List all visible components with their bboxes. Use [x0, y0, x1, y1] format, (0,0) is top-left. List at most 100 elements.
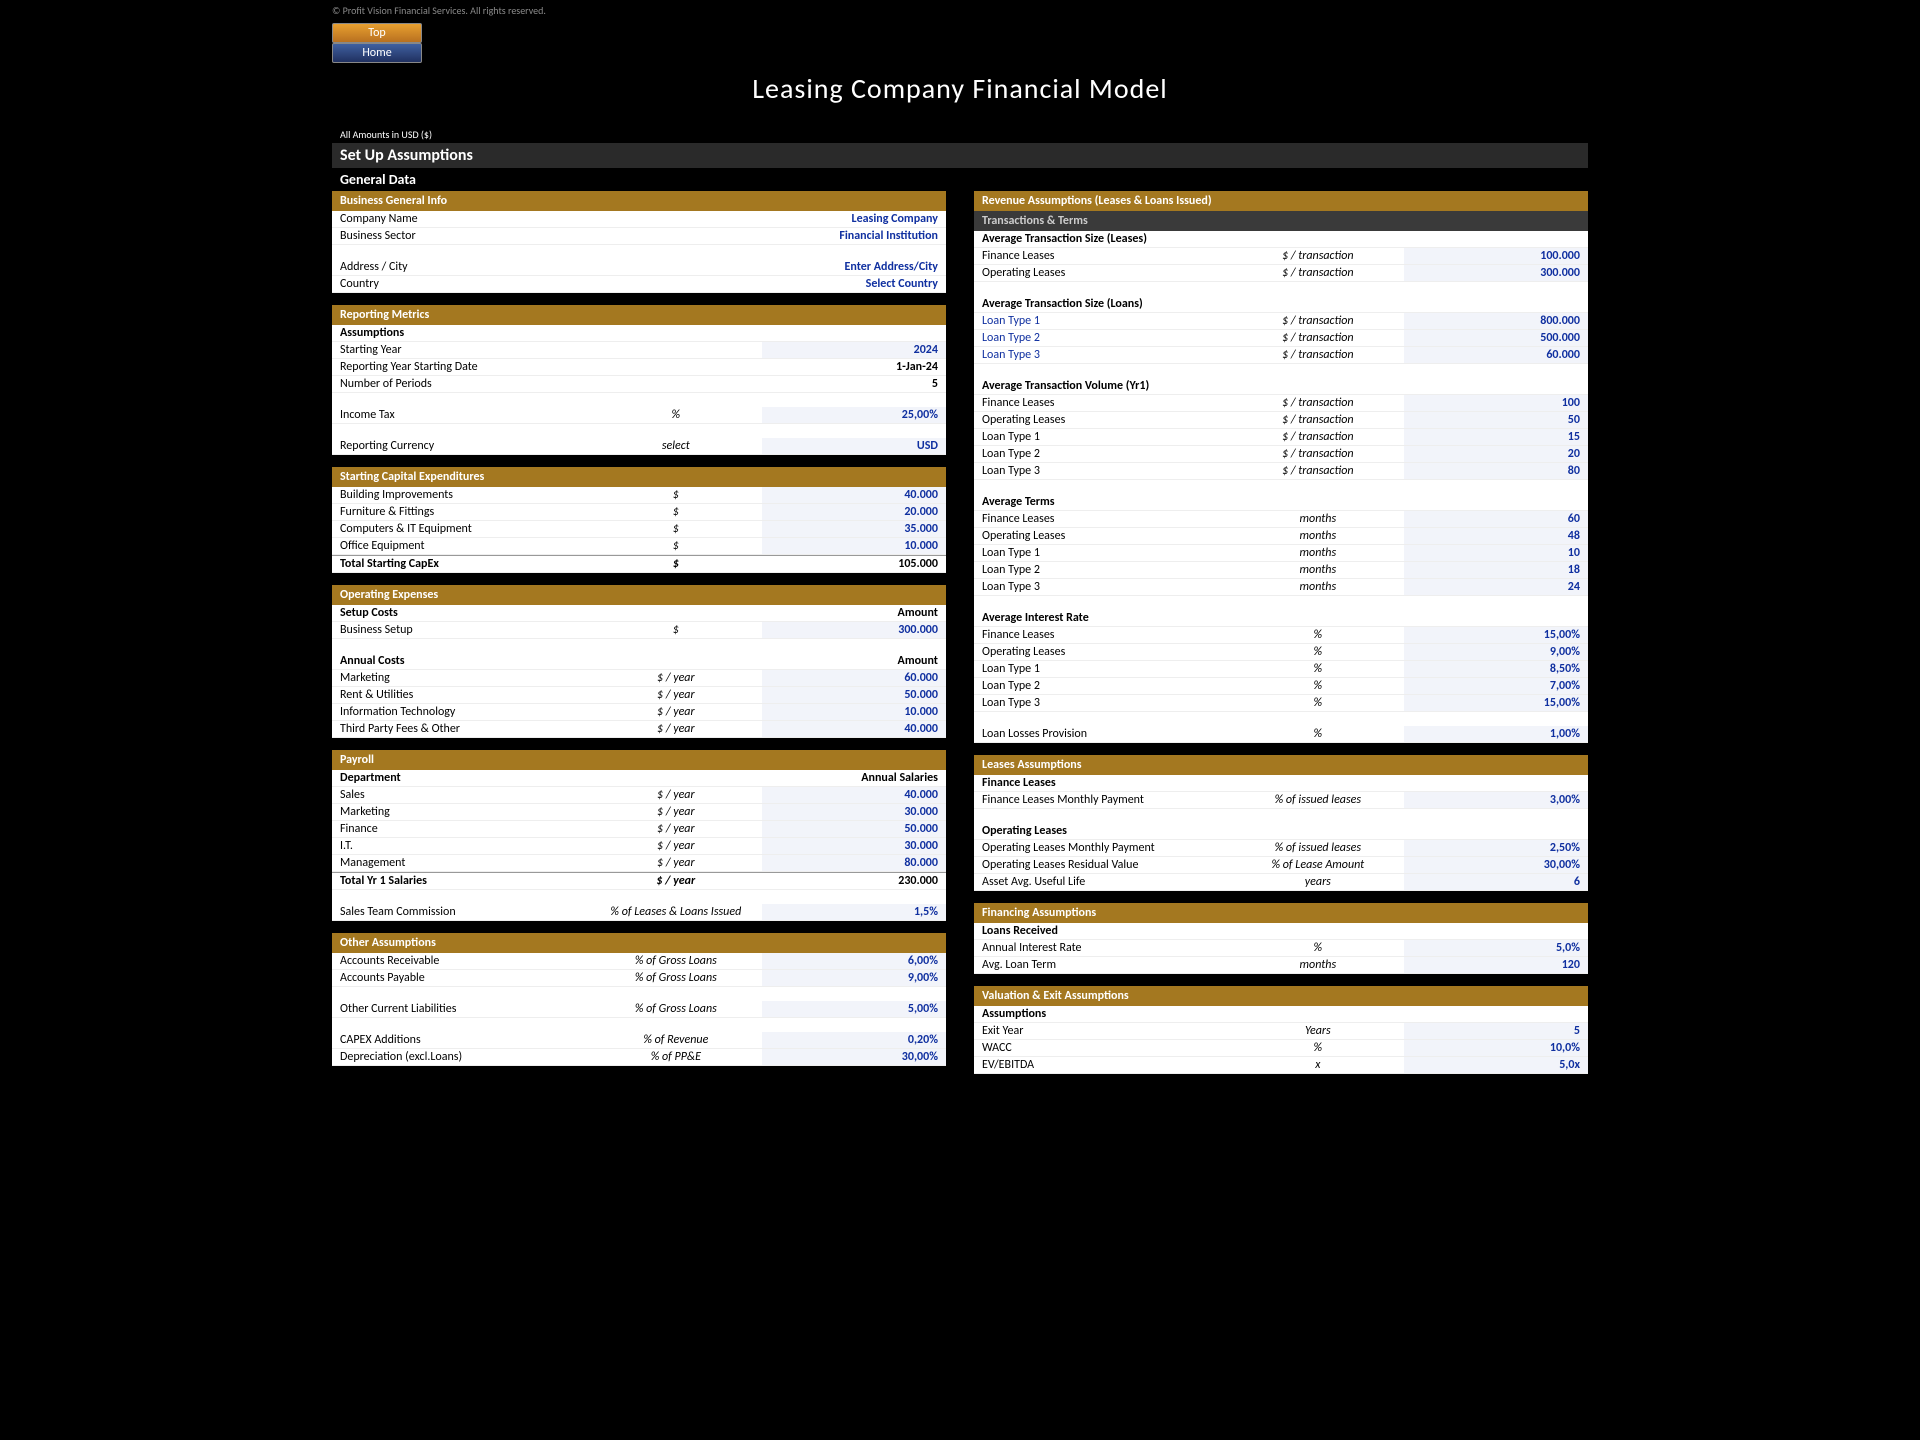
- ru-input[interactable]: 50.000: [762, 687, 946, 703]
- home-button[interactable]: Home: [332, 43, 422, 63]
- revenue-assumptions: Revenue Assumptions (Leases & Loans Issu…: [974, 191, 1588, 743]
- atv-header: Average Transaction Volume (Yr1): [974, 378, 1232, 394]
- setup-header: Set Up Assumptions: [332, 143, 1588, 168]
- top-button[interactable]: Top: [332, 23, 422, 43]
- lt3-label[interactable]: Loan Type 3: [974, 347, 1232, 363]
- other-assumptions: Other Assumptions Accounts Receivable% o…: [332, 933, 946, 1066]
- sce-r4-label: Office Equipment: [332, 538, 590, 554]
- starting-capex: Starting Capital Expenditures Building I…: [332, 467, 946, 573]
- mk-label: Marketing: [332, 670, 590, 686]
- ca-input[interactable]: 0,20%: [762, 1032, 946, 1048]
- at-l1-input[interactable]: 10: [1404, 545, 1588, 561]
- ol-subheader: Operating Leases: [974, 823, 1232, 839]
- sce-r1-label: Building Improvements: [332, 487, 590, 503]
- sal-label: Annual Salaries: [762, 770, 946, 786]
- lt2-size-input[interactable]: 500.000: [1404, 330, 1588, 346]
- sector-label: Business Sector: [332, 228, 590, 244]
- atv-l1-input[interactable]: 15: [1404, 429, 1588, 445]
- ev-ebitda-input[interactable]: 5,0x: [1404, 1057, 1588, 1073]
- pr-mg-label: Management: [332, 855, 590, 871]
- pr-it-input[interactable]: 30.000: [762, 838, 946, 854]
- fa-alt-input[interactable]: 120: [1404, 957, 1588, 973]
- la-header: Leases Assumptions: [974, 755, 1588, 775]
- ve-assump-label: Assumptions: [974, 1006, 1232, 1022]
- atv-ol-input[interactable]: 50: [1404, 412, 1588, 428]
- olrv-input[interactable]: 30,00%: [1404, 857, 1588, 873]
- air-l3-input[interactable]: 15,00%: [1404, 695, 1588, 711]
- currency-unit: select: [590, 438, 762, 454]
- starting-year-label: Starting Year: [332, 342, 590, 358]
- general-data-header: General Data: [332, 168, 1588, 191]
- pr-ma-input[interactable]: 30.000: [762, 804, 946, 820]
- ol-label: Operating Leases: [974, 265, 1232, 281]
- stc-input[interactable]: 1,5%: [762, 904, 946, 920]
- starting-year-input[interactable]: 2024: [762, 342, 946, 358]
- air-header: Average Interest Rate: [974, 610, 1232, 626]
- air-fl-input[interactable]: 15,00%: [1404, 627, 1588, 643]
- sce-total-label: Total Starting CapEx: [332, 556, 590, 572]
- pr-header: Payroll: [332, 750, 946, 770]
- de-label: Depreciation (excl.Loans): [332, 1049, 590, 1065]
- atv-l3-input[interactable]: 80: [1404, 463, 1588, 479]
- olmp-input[interactable]: 2,50%: [1404, 840, 1588, 856]
- mk-input[interactable]: 60.000: [762, 670, 946, 686]
- tax-unit: %: [590, 407, 762, 423]
- amount-label: Amount: [762, 605, 946, 621]
- at-l3-input[interactable]: 24: [1404, 579, 1588, 595]
- at-fl-input[interactable]: 60: [1404, 511, 1588, 527]
- fa-air-input[interactable]: 5,0%: [1404, 940, 1588, 956]
- currency-input[interactable]: USD: [762, 438, 946, 454]
- lt2-label[interactable]: Loan Type 2: [974, 330, 1232, 346]
- rysd-value: 1-Jan-24: [762, 359, 946, 375]
- address-input[interactable]: Enter Address/City: [762, 259, 946, 275]
- bs-label: Business Setup: [332, 622, 590, 638]
- flmp-input[interactable]: 3,00%: [1404, 792, 1588, 808]
- air-l1-input[interactable]: 8,50%: [1404, 661, 1588, 677]
- sce-r2-input[interactable]: 20.000: [762, 504, 946, 520]
- tax-label: Income Tax: [332, 407, 590, 423]
- sce-r3-input[interactable]: 35.000: [762, 521, 946, 537]
- oe-header: Operating Expenses: [332, 585, 946, 605]
- exit-year-input[interactable]: 5: [1404, 1023, 1588, 1039]
- llp-input[interactable]: 1,00%: [1404, 726, 1588, 742]
- lt1-size-input[interactable]: 800.000: [1404, 313, 1588, 329]
- lt3-size-input[interactable]: 60.000: [1404, 347, 1588, 363]
- bgi-header: Business General Info: [332, 191, 946, 211]
- at-header: Average Terms: [974, 494, 1232, 510]
- ocl-label: Other Current Liabilities: [332, 1001, 590, 1017]
- ar-input[interactable]: 6,00%: [762, 953, 946, 969]
- ap-input[interactable]: 9,00%: [762, 970, 946, 986]
- sce-r1-input[interactable]: 40.000: [762, 487, 946, 503]
- tp-input[interactable]: 40.000: [762, 721, 946, 737]
- address-label: Address / City: [332, 259, 590, 275]
- lt1-label[interactable]: Loan Type 1: [974, 313, 1232, 329]
- country-input[interactable]: Select Country: [762, 276, 946, 292]
- olrv-label: Operating Leases Residual Value: [974, 857, 1232, 873]
- olmp-label: Operating Leases Monthly Payment: [974, 840, 1232, 856]
- wacc-input[interactable]: 10,0%: [1404, 1040, 1588, 1056]
- sce-r4-input[interactable]: 10.000: [762, 538, 946, 554]
- de-input[interactable]: 30,00%: [762, 1049, 946, 1065]
- atv-l2-input[interactable]: 20: [1404, 446, 1588, 462]
- reporting-metrics: Reporting Metrics Assumptions Starting Y…: [332, 305, 946, 455]
- atv-fl-input[interactable]: 100: [1404, 395, 1588, 411]
- pr-mg-input[interactable]: 80.000: [762, 855, 946, 871]
- at-ol-input[interactable]: 48: [1404, 528, 1588, 544]
- air-ol-input[interactable]: 9,00%: [1404, 644, 1588, 660]
- bs-input[interactable]: 300.000: [762, 622, 946, 638]
- fl-size-input[interactable]: 100.000: [1404, 248, 1588, 264]
- pr-sa-input[interactable]: 40.000: [762, 787, 946, 803]
- company-input[interactable]: Leasing Company: [762, 211, 946, 227]
- aul-input[interactable]: 6: [1404, 874, 1588, 890]
- sector-input[interactable]: Financial Institution: [762, 228, 946, 244]
- pr-ma-label: Marketing: [332, 804, 590, 820]
- at-l2-input[interactable]: 18: [1404, 562, 1588, 578]
- currency-label: Reporting Currency: [332, 438, 590, 454]
- ol-size-input[interactable]: 300.000: [1404, 265, 1588, 281]
- it-input[interactable]: 10.000: [762, 704, 946, 720]
- ocl-input[interactable]: 5,00%: [762, 1001, 946, 1017]
- country-label: Country: [332, 276, 590, 292]
- pr-fi-input[interactable]: 50.000: [762, 821, 946, 837]
- tax-input[interactable]: 25,00%: [762, 407, 946, 423]
- air-l2-input[interactable]: 7,00%: [1404, 678, 1588, 694]
